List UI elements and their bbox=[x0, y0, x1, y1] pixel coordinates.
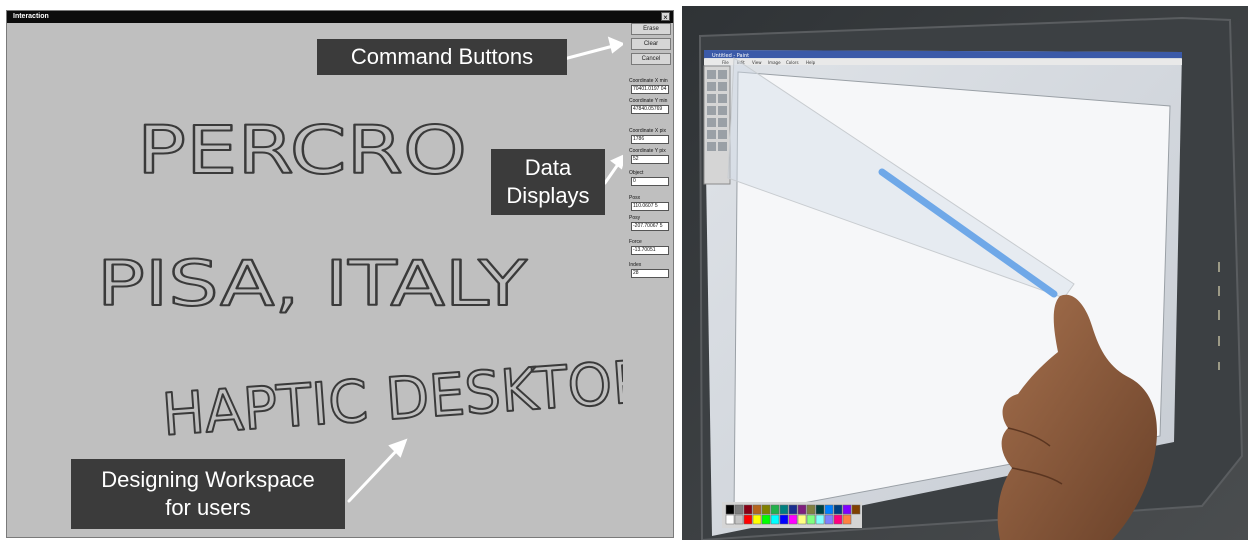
arrow-to-workspace bbox=[347, 446, 401, 503]
callout-workspace: Designing Workspace for users bbox=[71, 459, 345, 529]
callout-workspace-line2: for users bbox=[165, 495, 251, 520]
coord-y-pix-label: Coordinate Y pix bbox=[629, 148, 666, 154]
palette-swatch[interactable] bbox=[734, 514, 744, 525]
menu-view[interactable]: View bbox=[752, 60, 762, 65]
menu-help[interactable]: Help bbox=[806, 60, 816, 65]
posy-label: Posy bbox=[629, 215, 641, 221]
force-field: -13.70051 bbox=[631, 246, 669, 255]
palette-swatch[interactable] bbox=[725, 504, 735, 515]
cancel-button[interactable]: Cancel bbox=[631, 53, 671, 65]
window-title: Interaction bbox=[13, 13, 49, 20]
palette-swatch[interactable] bbox=[752, 504, 762, 515]
index-label: Index bbox=[629, 262, 642, 268]
arrow-to-command-buttons bbox=[562, 43, 619, 61]
handwriting-line-3: HAPTIC DESKTOP bbox=[160, 347, 623, 449]
palette-swatch[interactable] bbox=[842, 504, 852, 515]
palette-swatch[interactable] bbox=[806, 514, 816, 525]
palette-swatch[interactable] bbox=[779, 514, 789, 525]
arrow-head-data bbox=[610, 154, 623, 170]
menu-image[interactable]: Image bbox=[768, 60, 781, 65]
palette-swatch[interactable] bbox=[833, 514, 843, 525]
force-label: Force bbox=[629, 239, 642, 245]
palette-swatch[interactable] bbox=[743, 504, 753, 515]
title-bar: Interaction × bbox=[7, 11, 673, 23]
coord-y-min-label: Coordinate Y min bbox=[629, 98, 668, 104]
callout-workspace-line1: Designing Workspace bbox=[101, 467, 315, 492]
palette-swatch[interactable] bbox=[770, 514, 780, 525]
palette-swatch[interactable] bbox=[851, 504, 861, 515]
haptic-desktop-photo: Untitled - Paint File Edit View Image Co… bbox=[682, 6, 1248, 540]
handwriting-line-1: PERCRO bbox=[137, 112, 467, 189]
palette-swatch[interactable] bbox=[824, 504, 834, 515]
palette-swatch[interactable] bbox=[815, 514, 825, 525]
index-field: 28 bbox=[631, 269, 669, 278]
coord-x-min-label: Coordinate X min bbox=[629, 78, 668, 84]
palette-swatch[interactable] bbox=[806, 504, 816, 515]
palette-swatch[interactable] bbox=[743, 514, 753, 525]
menu-colors[interactable]: Colors bbox=[786, 60, 799, 65]
palette-swatch[interactable] bbox=[725, 514, 735, 525]
posx-label: Posx bbox=[629, 195, 641, 201]
palette-swatch[interactable] bbox=[833, 504, 843, 515]
palette-swatch[interactable] bbox=[788, 504, 798, 515]
palette-swatch[interactable] bbox=[779, 504, 789, 515]
object-label: Object bbox=[629, 170, 644, 176]
palette-swatch[interactable] bbox=[752, 514, 762, 525]
palette-swatch[interactable] bbox=[761, 504, 771, 515]
clear-button[interactable]: Clear bbox=[631, 38, 671, 50]
coord-y-min-field: 47840.05769 bbox=[631, 105, 669, 114]
palette-swatch[interactable] bbox=[797, 504, 807, 515]
paint-title: Untitled - Paint bbox=[712, 53, 749, 59]
photo-scene: Untitled - Paint File Edit View Image Co… bbox=[682, 6, 1248, 540]
erase-button[interactable]: Erase bbox=[631, 23, 671, 35]
coord-x-pix-field: 1786 bbox=[631, 135, 669, 144]
coord-y-pix-field: 52 bbox=[631, 155, 669, 164]
menu-file[interactable]: File bbox=[722, 60, 729, 65]
palette-swatch[interactable] bbox=[824, 514, 834, 525]
close-button[interactable]: × bbox=[661, 12, 670, 22]
palette-swatch[interactable] bbox=[761, 514, 771, 525]
arrow-head-command bbox=[607, 36, 623, 54]
posy-field: -207.70067 5 bbox=[631, 222, 669, 231]
coord-x-min-field: 70401.0197 04 bbox=[631, 85, 669, 94]
palette-swatch[interactable] bbox=[770, 504, 780, 515]
callout-data-displays-line1: Data bbox=[524, 155, 572, 180]
palette-swatch[interactable] bbox=[734, 504, 744, 515]
app-window: Interaction × Erase Clear Cancel Coordin… bbox=[6, 10, 674, 538]
coord-x-pix-label: Coordinate X pix bbox=[629, 128, 666, 134]
callout-data-displays-line2: Displays bbox=[506, 183, 590, 208]
palette-swatch[interactable] bbox=[788, 514, 798, 525]
handwriting-line-2: PISA, ITALY bbox=[97, 247, 527, 320]
palette-swatch[interactable] bbox=[797, 514, 807, 525]
palette-swatch[interactable] bbox=[842, 514, 852, 525]
callout-data-displays: Data Displays bbox=[491, 149, 605, 215]
callout-command-buttons: Command Buttons bbox=[317, 39, 567, 75]
palette-swatch[interactable] bbox=[815, 504, 825, 515]
object-field: 0 bbox=[631, 177, 669, 186]
posx-field: 110.0607 5 bbox=[631, 202, 669, 211]
